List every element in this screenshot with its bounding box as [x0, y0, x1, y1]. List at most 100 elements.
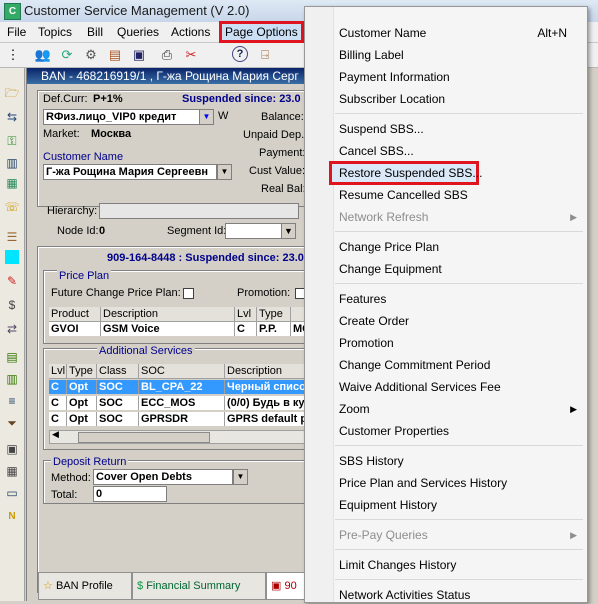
menu-item-change-commitment-period[interactable]: Change Commitment Period — [339, 356, 490, 374]
exit-door-icon[interactable]: ⍈ — [256, 46, 274, 64]
nfc-icon[interactable]: N — [3, 508, 21, 526]
cell: Черный списо — [227, 380, 305, 394]
menu-item-equipment-history[interactable]: Equipment History — [339, 496, 437, 514]
menu-queries[interactable]: Queries — [114, 24, 162, 40]
tab-ban-profile[interactable]: ☆ BAN Profile — [38, 572, 132, 600]
pp-col-product: Product — [49, 307, 101, 321]
services-horizontal-scrollbar[interactable]: ◀ — [49, 429, 307, 444]
scroll-thumb[interactable] — [78, 432, 210, 443]
customer-name-dropdown-icon[interactable]: ▼ — [217, 164, 232, 180]
menu-item-price-plan-services-history[interactable]: Price Plan and Services History — [339, 474, 507, 492]
menu-item-limit-changes-history[interactable]: Limit Changes History — [339, 556, 456, 574]
service-row[interactable]: C Opt SOC GPRSDR GPRS default p — [49, 412, 305, 426]
page-icon[interactable]: ▤ — [3, 348, 21, 366]
folder-open-icon[interactable]: 🗁 — [3, 84, 21, 102]
menu-item-suspend-sbs[interactable]: Suspend SBS... — [339, 120, 424, 138]
submenu-arrow-icon: ▶ — [570, 530, 577, 540]
help-icon[interactable]: ? — [232, 46, 248, 62]
total-field[interactable]: 0 — [93, 486, 167, 502]
menu-item-payment-information[interactable]: Payment Information — [339, 68, 450, 86]
scroll-left-icon[interactable]: ◀ — [52, 429, 59, 440]
menu-item-promotion[interactable]: Promotion — [339, 334, 394, 352]
promotion-label: Promotion: — [237, 287, 291, 299]
settings-icon[interactable]: ⚙ — [82, 46, 100, 64]
hierarchy-field — [99, 203, 299, 219]
future-change-checkbox[interactable] — [183, 288, 194, 299]
submenu-arrow-icon: ▶ — [570, 212, 577, 222]
refresh-icon[interactable]: ⟳ — [58, 46, 76, 64]
pp-col-type: Type — [257, 307, 291, 321]
menu-item-network-activities-status[interactable]: Network Activities Status — [339, 586, 470, 604]
stack-icon[interactable]: ≡ — [3, 392, 21, 410]
segment-id-select[interactable] — [225, 223, 283, 239]
dollar-icon[interactable]: $ — [3, 296, 21, 314]
hierarchy-label: Hierarchy: — [47, 205, 98, 217]
tab-subscriber-label: 90 — [284, 580, 297, 592]
cell: BL_CPA_22 — [139, 380, 225, 394]
menu-item-zoom[interactable]: Zoom — [339, 400, 370, 418]
menu-item-customer-properties[interactable]: Customer Properties — [339, 422, 449, 440]
menu-item-change-price-plan[interactable]: Change Price Plan — [339, 238, 439, 256]
account-type-select[interactable]: RФиз.лицо_VIP0 кредит — [43, 109, 201, 125]
menu-item-subscriber-location[interactable]: Subscriber Location — [339, 90, 445, 108]
people-icon[interactable]: 👥 — [34, 46, 52, 64]
pages-icon[interactable]: ▥ — [3, 370, 21, 388]
menu-item-waive-additional-services-fee[interactable]: Waive Additional Services Fee — [339, 378, 501, 396]
ban-window: BAN - 468216919/1 , Г-жа Рощина Мария Се… — [26, 68, 307, 601]
menu-item-create-order[interactable]: Create Order — [339, 312, 409, 330]
move-icon[interactable]: ⇆ — [3, 108, 21, 126]
save-icon[interactable]: ▣ — [3, 440, 21, 458]
menu-bill[interactable]: Bill — [84, 24, 106, 40]
menu-item-billing-label[interactable]: Billing Label — [339, 46, 404, 64]
customer-name-field[interactable]: Г-жа Рощина Мария Сергеевн — [43, 164, 217, 180]
menu-separator — [335, 579, 583, 580]
market-value: Москва — [91, 128, 132, 140]
screen-icon[interactable]: ▦ — [3, 174, 21, 192]
price-plan-row[interactable]: GVOI GSM Voice C P.P. MC — [49, 322, 305, 336]
menu-separator — [335, 231, 583, 232]
cell: C — [49, 380, 67, 394]
calculator-icon[interactable]: ▤ — [106, 46, 124, 64]
balance-label: Balance: — [261, 111, 304, 123]
as-col-soc: SOC — [139, 364, 225, 378]
printer-icon[interactable]: ⎙ — [158, 46, 176, 64]
chevron-down-icon[interactable]: ▼ — [199, 109, 214, 125]
menu-item-pre-pay-queries[interactable]: Pre-Pay Queries — [339, 526, 428, 544]
pp-col-description: Description — [101, 307, 235, 321]
pencil-icon[interactable]: ✎ — [3, 272, 21, 290]
scroll-icon[interactable]: ☰ — [3, 228, 21, 246]
cyan-square-icon[interactable] — [5, 250, 19, 264]
menu-item-customer-name[interactable]: Customer Name — [339, 24, 426, 42]
menu-item-cancel-sbs[interactable]: Cancel SBS... — [339, 142, 414, 160]
method-dropdown-icon[interactable]: ▼ — [233, 469, 248, 485]
calc-icon[interactable]: ▦ — [3, 462, 21, 480]
cust-value-label: Cust Value: — [249, 165, 306, 177]
segment-dropdown-icon[interactable]: ▼ — [281, 223, 296, 239]
ban-window-title: BAN - 468216919/1 , Г-жа Рощина Мария Се… — [27, 68, 307, 84]
tab-financial-summary[interactable]: $ Financial Summary — [132, 572, 266, 600]
menu-actions[interactable]: Actions — [168, 24, 213, 40]
key-icon[interactable]: ⚿ — [3, 132, 21, 150]
tools-icon[interactable]: ✂ — [182, 46, 200, 64]
menu-file[interactable]: File — [4, 24, 29, 40]
service-row[interactable]: C Opt SOC BL_CPA_22 Черный списо — [49, 380, 305, 394]
menu-item-features[interactable]: Features — [339, 290, 386, 308]
document-icon[interactable]: ▣ — [130, 46, 148, 64]
phone-icon[interactable]: ☏ — [3, 198, 21, 216]
method-select[interactable]: Cover Open Debts — [93, 469, 233, 485]
menu-item-restore-suspended-sbs[interactable]: Restore Suspended SBS... — [339, 164, 482, 182]
menu-topics[interactable]: Topics — [35, 24, 75, 40]
menu-item-network-refresh[interactable]: Network Refresh — [339, 208, 428, 226]
cell: Opt — [67, 396, 97, 410]
window-title: Customer Service Management (V 2.0) — [24, 3, 250, 18]
menu-item-sbs-history[interactable]: SBS History — [339, 452, 404, 470]
menu-item-resume-cancelled-sbs[interactable]: Resume Cancelled SBS — [339, 186, 468, 204]
transfer-icon[interactable]: ⇄ — [3, 320, 21, 338]
menu-item-change-equipment[interactable]: Change Equipment — [339, 260, 442, 278]
def-curr-label: Def.Curr: — [43, 93, 88, 105]
window-icon[interactable]: ▭ — [3, 484, 21, 502]
service-row[interactable]: C Opt SOC ECC_MOS (0/0) Будь в ку — [49, 396, 305, 410]
menu-page-options[interactable]: Page Options — [219, 21, 304, 43]
filter-icon[interactable]: ⏷ — [3, 414, 21, 432]
list-icon[interactable]: ▥ — [3, 154, 21, 172]
